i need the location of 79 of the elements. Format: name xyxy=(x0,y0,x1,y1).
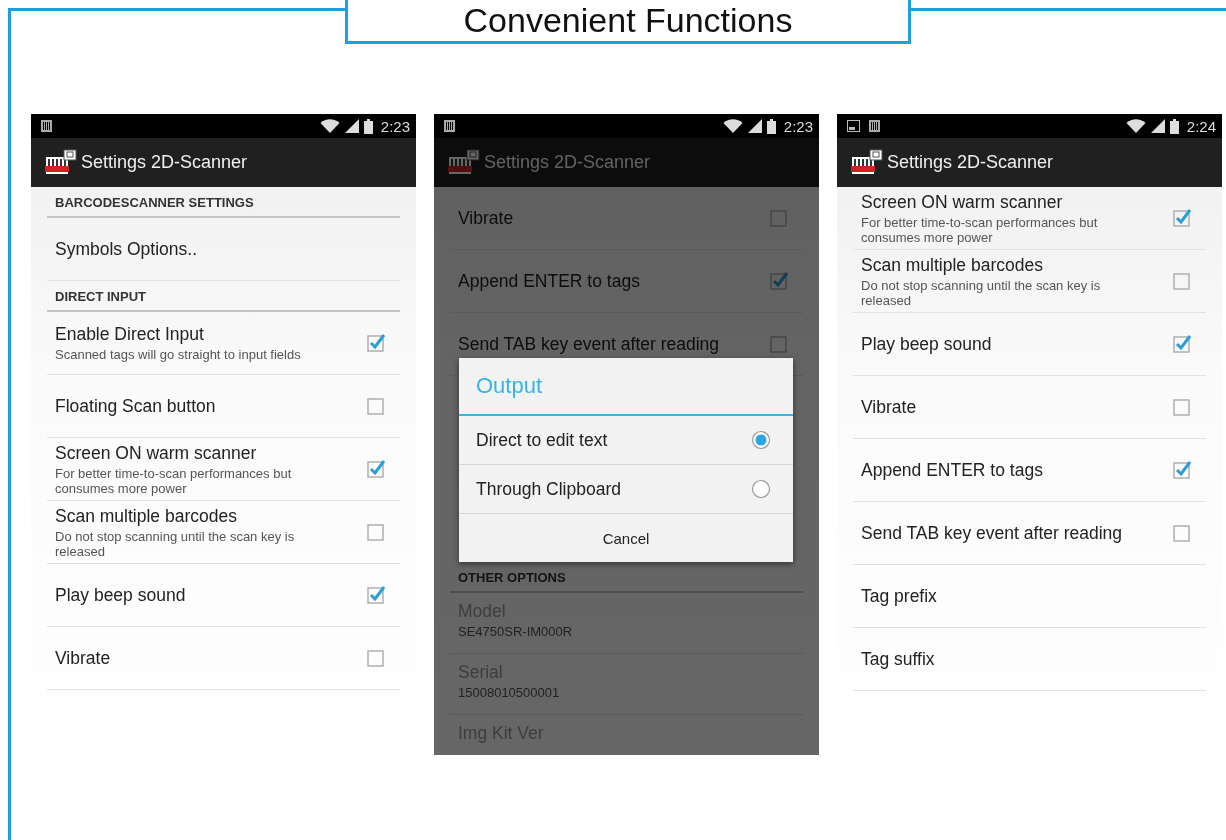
info-value: 15008010500001 xyxy=(458,685,560,700)
setting-title: Screen ON warm scanner xyxy=(55,442,258,464)
settings-item[interactable]: Tag suffix xyxy=(853,628,1206,691)
checkbox[interactable] xyxy=(769,271,789,291)
checkbox[interactable] xyxy=(366,396,386,416)
barcode-icon xyxy=(444,120,455,132)
checkbox-setting[interactable]: Play beep sound xyxy=(853,313,1206,376)
battery-icon xyxy=(766,118,776,134)
signal-icon xyxy=(344,119,359,133)
battery-icon xyxy=(1169,118,1179,134)
checkbox[interactable] xyxy=(1172,334,1192,354)
app-title: Settings 2D-Scanner xyxy=(81,152,248,173)
setting-title: Send TAB key event after reading xyxy=(458,333,720,355)
wifi-icon xyxy=(319,118,340,134)
setting-title: Scan multiple barcodes xyxy=(861,254,1044,276)
checkbox[interactable] xyxy=(1172,397,1192,417)
settings-item[interactable]: Symbols Options.. xyxy=(47,218,400,281)
checkbox[interactable] xyxy=(1172,271,1192,291)
radio-button[interactable] xyxy=(751,430,771,450)
banner-title: Convenient Functions xyxy=(345,0,911,44)
checkbox[interactable] xyxy=(1172,460,1192,480)
checkbox-setting[interactable]: Enable Direct Input Scanned tags will go straight to input fields xyxy=(47,312,400,375)
wifi-icon xyxy=(722,118,743,134)
clock-time: 2:23 xyxy=(783,117,813,135)
dialog-title: Output xyxy=(459,358,793,416)
section-header: DIRECT INPUT xyxy=(47,281,400,312)
battery-icon xyxy=(363,118,373,134)
setting-summary: For better time-to-scan performances but consumes more power xyxy=(55,465,293,496)
checkbox-setting[interactable]: Screen ON warm scanner For better time-to-scan performances but consumes more power xyxy=(853,187,1206,250)
setting-summary: For better time-to-scan performances but consumes more power xyxy=(861,214,1099,245)
section-header: BARCODESCANNER SETTINGS xyxy=(47,187,400,218)
checkbox-setting[interactable]: Send TAB key event after reading xyxy=(853,502,1206,565)
setting-summary: Do not stop scanning until the scan key is released xyxy=(861,277,1102,308)
app-title: Settings 2D-Scanner xyxy=(887,152,1054,173)
checkbox-setting[interactable]: Vibrate xyxy=(853,376,1206,439)
checkbox-setting[interactable]: Floating Scan button xyxy=(47,375,400,438)
checkbox[interactable] xyxy=(366,648,386,668)
barcode-icon xyxy=(869,120,880,132)
setting-title: Floating Scan button xyxy=(55,395,216,417)
checkbox-setting[interactable]: Play beep sound xyxy=(47,564,400,627)
setting-title: Vibrate xyxy=(458,207,514,229)
checkbox-setting[interactable]: Append ENTER to tags xyxy=(853,439,1206,502)
checkbox[interactable] xyxy=(1172,523,1192,543)
checkbox-setting[interactable]: Vibrate xyxy=(47,627,400,690)
checkbox[interactable] xyxy=(366,333,386,353)
clock-time: 2:24 xyxy=(1186,117,1216,135)
setting-title: Send TAB key event after reading xyxy=(861,522,1123,544)
setting-title: Vibrate xyxy=(861,396,917,418)
radio-option[interactable]: Direct to edit text xyxy=(459,416,793,465)
picture-icon xyxy=(847,120,860,132)
setting-title: Vibrate xyxy=(55,647,111,669)
signal-icon xyxy=(1150,119,1165,133)
setting-title: Enable Direct Input xyxy=(55,324,205,345)
setting-summary: Scanned tags will go straight to input fields xyxy=(55,347,301,362)
info-value: SE4750SR-IM000R xyxy=(458,624,573,639)
setting-summary: Do not stop scanning until the scan key is released xyxy=(55,528,296,559)
checkbox-setting[interactable]: Screen ON warm scanner For better time-to-scan performances but consumes more power xyxy=(47,438,400,501)
checkbox-setting[interactable]: Scan multiple barcodes Do not stop scanning until the scan key is released xyxy=(47,501,400,564)
checkbox-setting[interactable]: Scan multiple barcodes Do not stop scanning until the scan key is released xyxy=(853,250,1206,313)
wifi-icon xyxy=(1125,118,1146,134)
radio-button[interactable] xyxy=(751,479,771,499)
setting-title: Screen ON warm scanner xyxy=(861,191,1064,213)
clock-time: 2:23 xyxy=(380,117,410,135)
app-title: Settings 2D-Scanner xyxy=(484,152,651,173)
setting-title: Append ENTER to tags xyxy=(458,270,640,292)
checkbox[interactable] xyxy=(366,522,386,542)
setting-title: Append ENTER to tags xyxy=(861,459,1043,481)
settings-item[interactable]: Tag prefix xyxy=(853,565,1206,628)
cancel-button[interactable]: Cancel xyxy=(459,514,793,562)
setting-title: Play beep sound xyxy=(55,584,186,606)
barcode-icon xyxy=(41,120,52,132)
checkbox[interactable] xyxy=(1172,208,1192,228)
checkbox[interactable] xyxy=(769,334,789,354)
signal-icon xyxy=(747,119,762,133)
checkbox[interactable] xyxy=(366,585,386,605)
setting-title: Scan multiple barcodes xyxy=(55,505,238,527)
checkbox[interactable] xyxy=(366,459,386,479)
setting-title: Play beep sound xyxy=(861,333,992,355)
checkbox[interactable] xyxy=(769,208,789,228)
